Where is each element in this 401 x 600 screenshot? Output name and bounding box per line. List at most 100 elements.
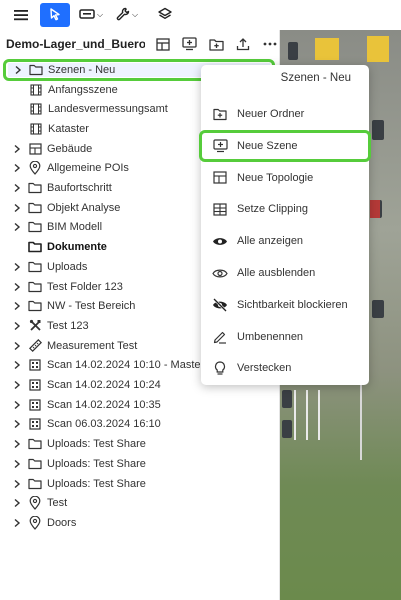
add-folder-icon[interactable] (207, 35, 225, 53)
chevron-right-icon[interactable] (11, 439, 23, 449)
tree-item[interactable]: Scan 06.03.2024 16:10 (0, 415, 278, 435)
tree-item[interactable]: Scan 14.02.2024 10:35 (0, 395, 278, 415)
tree-item-label: Uploads (47, 260, 88, 273)
tree-item-label: Uploads: Test Share (47, 438, 146, 451)
filmstrip-icon (29, 102, 43, 116)
menu-item-label: Neuer Ordner (237, 108, 305, 120)
top-toolbar: ⌵ ⌵ (0, 0, 401, 30)
menu-item-neue-topologie[interactable]: Neue Topologie (201, 162, 369, 194)
map-car (288, 42, 298, 60)
menu-item-label: Neue Szene (237, 139, 298, 152)
map-car (282, 420, 292, 438)
chevron-right-icon[interactable] (11, 144, 23, 154)
wrench-icon (116, 7, 130, 24)
menu-item-label: Neue Topologie (237, 171, 314, 184)
chevron-right-icon[interactable] (11, 183, 23, 193)
scan-icon (28, 378, 42, 392)
context-menu: Szenen - Neu Neuer Ordner Neue Szene Neue … (199, 65, 371, 385)
tree-item[interactable]: Test (0, 493, 278, 513)
view-mode-dropdown[interactable]: ⌵ (76, 3, 106, 27)
tree-item[interactable]: Uploads: Test Share (0, 454, 278, 474)
hamburger-menu-icon[interactable] (6, 3, 36, 27)
chevron-right-icon[interactable] (11, 498, 23, 508)
folder-icon (28, 477, 42, 491)
project-title: Demo-Lager_und_Bueroge... (6, 37, 145, 51)
eye-outline-icon (212, 265, 228, 281)
tree-item-label: Doors (47, 516, 77, 529)
layers-button[interactable] (150, 3, 180, 27)
folder-icon (28, 299, 42, 313)
chevron-right-icon[interactable] (11, 360, 23, 370)
menu-item-umbenennen[interactable]: Umbenennen (201, 321, 369, 353)
chevron-right-icon[interactable] (11, 479, 23, 489)
scan-icon (28, 417, 42, 431)
chevron-right-icon[interactable] (11, 282, 23, 292)
chevron-right-icon[interactable] (11, 400, 23, 410)
map-marking (367, 36, 389, 62)
filmstrip-icon (29, 122, 43, 136)
chevron-down-icon[interactable] (12, 65, 24, 75)
tree-item-label: Test 123 (47, 319, 89, 332)
menu-item-label: Alle anzeigen (237, 235, 304, 248)
menu-item-label: Setze Clipping (237, 203, 308, 216)
ruler-icon (28, 339, 42, 353)
chevron-right-icon[interactable] (11, 341, 23, 351)
cursor-pointer-icon (48, 7, 62, 24)
chevron-right-icon[interactable] (11, 459, 23, 469)
new-scene-icon (212, 138, 228, 154)
more-icon[interactable] (261, 35, 279, 53)
tree-item[interactable]: Uploads: Test Share (0, 434, 278, 454)
chevron-right-icon[interactable] (11, 301, 23, 311)
tree-item[interactable]: Doors (0, 513, 278, 533)
folder-filled-icon (28, 240, 42, 254)
map-car (282, 390, 292, 408)
menu-item-neue-szene[interactable]: Neue Szene (199, 129, 371, 162)
chevron-down-icon: ⌵ (96, 10, 104, 19)
map-stripe (294, 390, 296, 440)
tree-item[interactable]: Uploads: Test Share (0, 474, 278, 494)
tree-item-label: Dokumente (47, 241, 107, 254)
folder-icon (28, 457, 42, 471)
select-tool-button[interactable] (40, 3, 70, 27)
menu-item-alle-ausblenden[interactable]: Alle ausblenden (201, 257, 369, 289)
pin-icon (28, 161, 42, 176)
menu-item-alle-anzeigen[interactable]: Alle anzeigen (201, 225, 369, 257)
layout-icon[interactable] (154, 35, 172, 53)
menu-item-label: Verstecken (237, 362, 292, 375)
add-scene-icon[interactable] (181, 35, 199, 53)
folder-icon (28, 201, 42, 215)
eye-blocked-icon (212, 297, 228, 313)
chevron-right-icon[interactable] (11, 222, 23, 232)
tree-item-label: Scan 14.02.2024 10:10 - Master (47, 359, 205, 372)
menu-item-neuer-ordner[interactable]: Neuer Ordner (201, 98, 369, 130)
map-car (370, 200, 380, 218)
panel-header: Demo-Lager_und_Bueroge... (0, 30, 279, 58)
grid-icon (28, 142, 42, 156)
menu-item-label: Sichtbarkeit blockieren (237, 298, 348, 311)
chevron-right-icon[interactable] (11, 419, 23, 429)
tree-item-label: Kataster (48, 122, 89, 135)
folder-icon (28, 260, 42, 274)
folder-icon (28, 437, 42, 451)
menu-item-sichtbarkeit-blockieren[interactable]: Sichtbarkeit blockieren (201, 289, 369, 321)
tree-item-label: Gebäude (47, 142, 93, 155)
clipping-icon (212, 201, 228, 217)
folder-icon (28, 181, 42, 195)
map-stripe (306, 390, 308, 440)
tools-icon (28, 319, 42, 333)
new-folder-icon (212, 106, 228, 122)
tree-item-label: Uploads: Test Share (47, 457, 146, 470)
chevron-right-icon[interactable] (11, 321, 23, 331)
lightbulb-icon (212, 360, 228, 376)
menu-item-setze-clipping[interactable]: Setze Clipping (201, 193, 369, 225)
chevron-right-icon[interactable] (11, 163, 23, 173)
menu-item-label: Umbenennen (237, 330, 304, 343)
chevron-right-icon[interactable] (11, 380, 23, 390)
eye-filled-icon (212, 233, 228, 249)
chevron-right-icon[interactable] (11, 203, 23, 213)
upload-icon[interactable] (234, 35, 252, 53)
menu-item-verstecken[interactable]: Verstecken (201, 352, 369, 384)
chevron-right-icon[interactable] (11, 518, 23, 528)
tools-dropdown[interactable]: ⌵ (112, 3, 142, 27)
chevron-right-icon[interactable] (11, 262, 23, 272)
